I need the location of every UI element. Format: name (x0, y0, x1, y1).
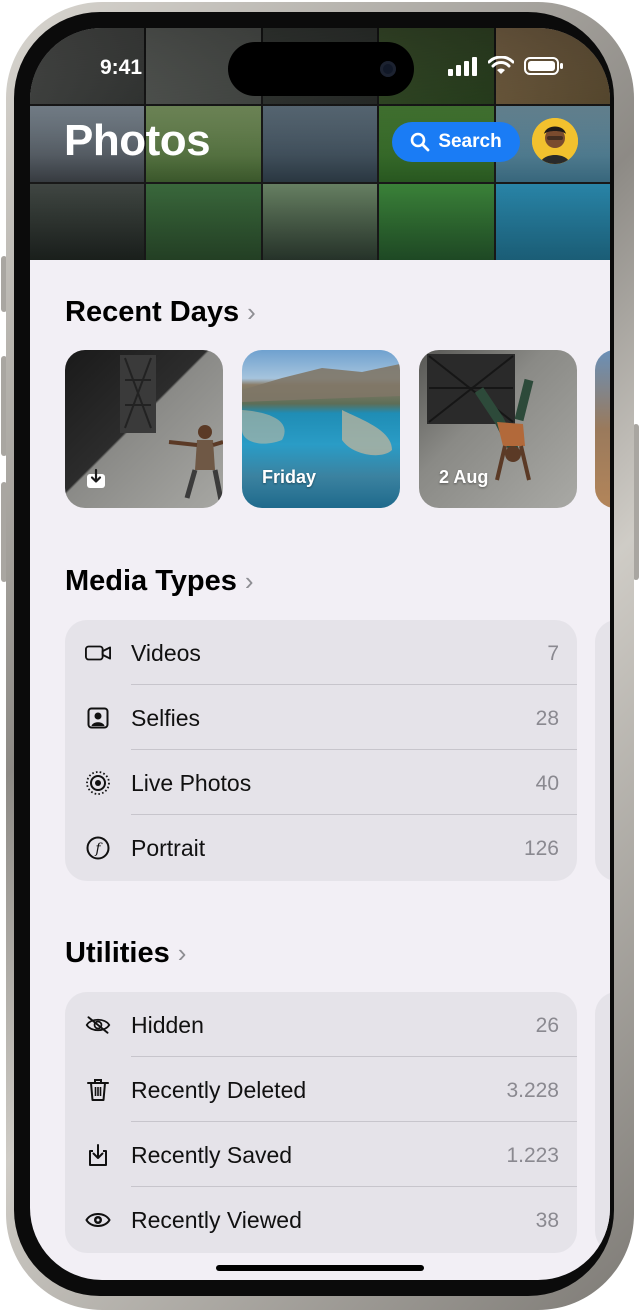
list-item-label: Videos (131, 640, 201, 666)
list-item-videos[interactable]: Videos 7 (65, 620, 577, 685)
media-types-next-list-peek[interactable] (595, 620, 610, 881)
list-item-count: 26 (535, 1014, 559, 1037)
recent-days-title: Recent Days (65, 296, 240, 328)
front-camera-icon (380, 61, 396, 77)
battery-icon (524, 57, 563, 75)
status-time: 9:41 (100, 56, 143, 79)
download-tray-icon (87, 468, 105, 488)
recent-day-card[interactable]: 2 Aug (419, 350, 577, 508)
status-icons (448, 56, 564, 76)
home-indicator[interactable] (216, 1265, 424, 1271)
list-item-count: 7 (547, 642, 559, 665)
page-title: Photos (64, 116, 211, 165)
list-item-count: 1.223 (506, 1144, 559, 1167)
recent-days-header[interactable]: Recent Days › (65, 296, 256, 329)
list-item-count: 126 (523, 837, 559, 860)
list-item-count: 3.228 (506, 1079, 559, 1102)
trash-icon (85, 1077, 111, 1103)
cellular-signal-icon (448, 57, 477, 76)
utilities-list: Hidden 26 Recently Deleted 3.228 Recentl… (65, 992, 577, 1253)
list-item-live-photos[interactable]: Live Photos 40 (65, 750, 577, 815)
eye-icon (85, 1207, 111, 1233)
list-item-label: Recently Deleted (131, 1077, 307, 1103)
search-button[interactable]: Search (392, 122, 520, 162)
list-item-label: Live Photos (131, 770, 252, 796)
eye-slash-icon (85, 1012, 111, 1038)
live-photo-icon (85, 770, 111, 796)
list-item-portrait[interactable]: f Portrait 126 (65, 815, 577, 880)
svg-text:f: f (94, 841, 103, 857)
chevron-right-icon: › (177, 938, 187, 968)
list-item-recently-deleted[interactable]: Recently Deleted 3.228 (65, 1057, 577, 1122)
video-camera-icon (85, 640, 111, 666)
person-avatar-icon (532, 118, 578, 164)
dynamic-island (228, 42, 414, 96)
search-button-label: Search (438, 131, 502, 152)
utilities-title: Utilities (65, 937, 170, 969)
media-types-title: Media Types (65, 565, 237, 597)
media-types-list: Videos 7 Selfies 28 Live Photos 40 f Por… (65, 620, 577, 881)
profile-avatar[interactable] (532, 118, 578, 164)
search-icon (411, 132, 430, 152)
portrait-f-icon: f (85, 835, 111, 861)
list-item-recently-saved[interactable]: Recently Saved 1.223 (65, 1122, 577, 1187)
chevron-right-icon: › (244, 566, 254, 596)
recent-day-card[interactable]: Friday (242, 350, 400, 508)
utilities-header[interactable]: Utilities › (65, 937, 186, 970)
list-item-count: 38 (535, 1209, 559, 1232)
list-item-label: Selfies (131, 705, 201, 731)
list-item-label: Recently Viewed (131, 1207, 302, 1233)
tray-download-icon (85, 1142, 111, 1168)
chevron-right-icon: › (247, 297, 256, 327)
list-item-label: Recently Saved (131, 1142, 293, 1168)
utilities-next-list-peek[interactable] (595, 992, 610, 1253)
list-item-count: 28 (535, 707, 559, 730)
list-item-recently-viewed[interactable]: Recently Viewed 38 (65, 1187, 577, 1252)
card-label: 2 Aug (439, 467, 489, 487)
list-item-selfies[interactable]: Selfies 28 (65, 685, 577, 750)
card-label: Friday (262, 467, 317, 487)
recent-day-card[interactable] (65, 350, 223, 508)
recent-day-card-peek[interactable] (595, 350, 610, 508)
media-types-header[interactable]: Media Types › (65, 565, 254, 598)
list-item-count: 40 (535, 772, 559, 795)
selfie-portrait-icon (85, 705, 111, 731)
list-item-label: Hidden (131, 1012, 204, 1038)
screen: 9:41 Photos Search Recent Days › Friday … (30, 28, 610, 1280)
list-item-label: Portrait (131, 835, 206, 861)
wifi-icon (488, 56, 514, 74)
list-item-hidden[interactable]: Hidden 26 (65, 992, 577, 1057)
